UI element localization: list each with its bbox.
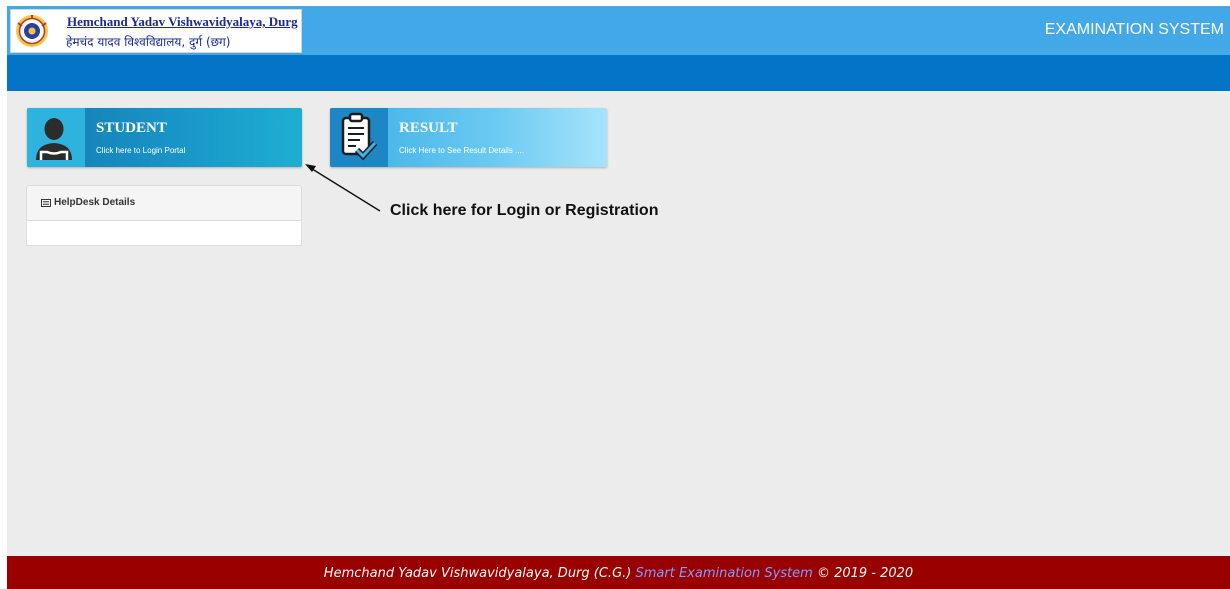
result-tile-title: RESULT <box>399 120 458 136</box>
footer-university: Hemchand Yadav Vishwavidyalaya, Durg (C.… <box>323 566 636 581</box>
helpdesk-panel: HelpDesk Details <box>26 185 302 246</box>
footer-copyright: Hemchand Yadav Vishwavidyalaya, Durg (C.… <box>324 566 913 581</box>
login-registration-hint: Click here for Login or Registration <box>390 202 659 219</box>
app-title: EXAMINATION SYSTEM <box>1044 21 1224 38</box>
university-seal-icon <box>16 15 48 47</box>
annotation-arrow <box>305 164 381 212</box>
result-tile-subtitle: Click Here to See Result Details .... <box>399 146 524 155</box>
footer: Hemchand Yadav Vishwavidyalaya, Durg (C.… <box>7 556 1230 589</box>
list-icon <box>41 199 51 207</box>
helpdesk-title: HelpDesk Details <box>54 197 136 208</box>
user-icon <box>27 108 85 167</box>
student-tile-subtitle: Click here to Login Portal <box>96 146 186 155</box>
page-frame: Hemchand Yadav Vishwavidyalaya, Durg हेम… <box>7 6 1230 589</box>
student-login-tile[interactable]: STUDENT Click here to Login Portal <box>27 108 302 167</box>
footer-system-link[interactable]: Smart Examination System <box>635 566 812 581</box>
university-name-english: Hemchand Yadav Vishwavidyalaya, Durg <box>67 14 298 29</box>
nav-bar <box>7 55 1230 91</box>
footer-years: © 2019 - 2020 <box>812 566 914 581</box>
university-name-hindi: हेमचंद यादव विश्वविद्यालय, दुर्ग (छग) <box>66 35 231 49</box>
university-logo[interactable]: Hemchand Yadav Vishwavidyalaya, Durg हेम… <box>10 9 302 53</box>
top-header: Hemchand Yadav Vishwavidyalaya, Durg हेम… <box>7 6 1230 55</box>
helpdesk-panel-header: HelpDesk Details <box>27 186 301 221</box>
student-tile-title: STUDENT <box>96 120 167 136</box>
